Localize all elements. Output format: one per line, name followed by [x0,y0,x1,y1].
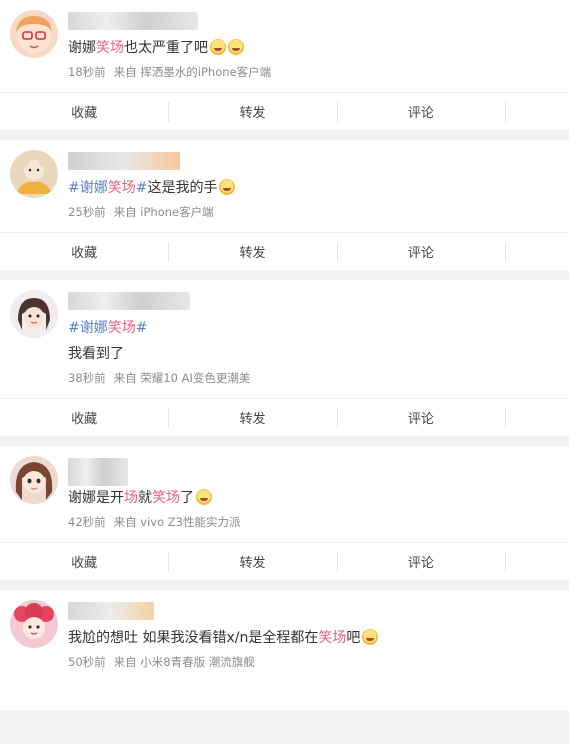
post-meta: 18秒前 来自 挥洒墨水的iPhone客户端 [68,64,557,80]
post-text: 谢娜笑场也太严重了吧 [68,38,557,58]
favorite-button[interactable]: 收藏 [0,399,168,436]
post-meta: 38秒前 来自 荣耀10 AI变色更潮美 [68,370,557,386]
avatar[interactable] [10,600,58,648]
post-time: 18秒前 [68,65,106,79]
avatar[interactable] [10,456,58,504]
hashtag[interactable]: #谢娜笑场# [68,320,147,336]
laugh-cry-emoji-icon [228,39,244,55]
like-button[interactable] [504,399,569,436]
comment-button[interactable]: 评论 [336,233,505,270]
post-meta: 25秒前 来自 iPhone客户端 [68,204,557,220]
post-text: #谢娜笑场#这是我的手 [68,178,557,198]
cat-emoji-icon [219,179,236,195]
post-card: 我尬的想吐 如果我没看错x/n是全程都在笑场吧 50秒前 来自 小米8青春版 潮流… [0,590,569,710]
username-blurred[interactable] [68,152,180,170]
repost-button[interactable]: 转发 [168,399,336,436]
post-card: #谢娜笑场#这是我的手 25秒前 来自 iPhone客户端 收藏 转发 评论 [0,140,569,270]
favorite-button[interactable]: 收藏 [0,93,168,130]
repost-button[interactable]: 转发 [168,543,336,580]
post-meta: 50秒前 来自 小米8青春版 潮流旗舰 [68,654,557,670]
username-blurred[interactable] [68,12,198,30]
avatar[interactable] [10,10,58,58]
post-time: 42秒前 [68,515,106,529]
like-button[interactable] [504,93,569,130]
comment-button[interactable]: 评论 [336,399,505,436]
like-button[interactable] [504,233,569,270]
post-source[interactable]: 来自 iPhone客户端 [114,205,214,219]
repost-button[interactable]: 转发 [168,233,336,270]
username-blurred[interactable] [68,602,154,620]
post-card: #谢娜笑场# 我看到了 38秒前 来自 荣耀10 AI变色更潮美 收藏 转发 评论 [0,280,569,436]
post-source[interactable]: 来自 荣耀10 AI变色更潮美 [114,371,251,385]
username-blurred[interactable] [68,292,190,310]
hashtag[interactable]: #谢娜笑场# [68,180,147,196]
post-source[interactable]: 来自 挥洒墨水的iPhone客户端 [114,65,271,79]
weibo-feed: 谢娜笑场也太严重了吧 18秒前 来自 挥洒墨水的iPhone客户端 收藏 转发 评… [0,0,569,710]
comment-button[interactable]: 评论 [336,93,505,130]
post-text-line-2: 我看到了 [68,346,124,362]
favorite-button[interactable]: 收藏 [0,233,168,270]
post-source[interactable]: 来自 vivo Z3性能实力派 [114,515,241,529]
post-text: #谢娜笑场# [68,318,557,338]
post-meta: 42秒前 来自 vivo Z3性能实力派 [68,514,557,530]
action-bar: 收藏 转发 评论 [0,542,569,580]
post-time: 50秒前 [68,655,106,669]
username-blurred[interactable] [68,458,128,486]
post-time: 38秒前 [68,371,106,385]
favorite-button[interactable]: 收藏 [0,543,168,580]
post-card: 谢娜笑场也太严重了吧 18秒前 来自 挥洒墨水的iPhone客户端 收藏 转发 评… [0,0,569,130]
repost-button[interactable]: 转发 [168,93,336,130]
post-time: 25秒前 [68,205,106,219]
laugh-cry-emoji-icon [210,39,226,55]
sleepy-emoji-icon [362,629,379,645]
action-bar: 收藏 转发 评论 [0,92,569,130]
action-bar: 收藏 转发 评论 [0,398,569,436]
post-text: 谢娜是开场就笑场了 [68,488,557,508]
post-text: 我尬的想吐 如果我没看错x/n是全程都在笑场吧 [68,628,557,648]
post-card: 谢娜是开场就笑场了 42秒前 来自 vivo Z3性能实力派 收藏 转发 评论 [0,446,569,580]
post-source[interactable]: 来自 小米8青春版 潮流旗舰 [114,655,255,669]
comment-button[interactable]: 评论 [336,543,505,580]
avatar[interactable] [10,150,58,198]
like-button[interactable] [504,543,569,580]
surprised-emoji-icon [196,489,212,505]
action-bar: 收藏 转发 评论 [0,232,569,270]
avatar[interactable] [10,290,58,338]
